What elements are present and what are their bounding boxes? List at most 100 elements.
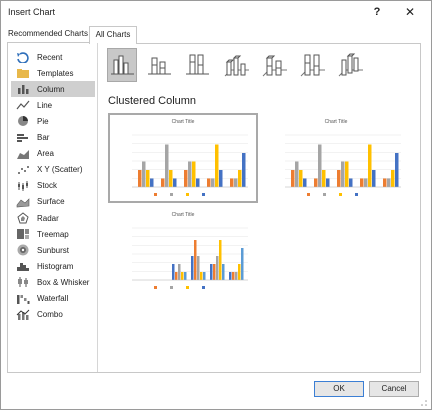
chart-type-list: Recent Templates Column Line Pie Bar Area X Y (… bbox=[8, 43, 98, 372]
preview-bar bbox=[161, 178, 165, 187]
legend-swatch bbox=[170, 193, 173, 196]
ok-button[interactable]: OK bbox=[314, 381, 364, 397]
sidebar-item-treemap[interactable]: Treemap bbox=[11, 226, 95, 242]
preview-bar bbox=[184, 272, 187, 280]
preview-bar bbox=[196, 178, 200, 187]
preview-bar bbox=[203, 272, 206, 280]
preview-bar bbox=[295, 161, 299, 187]
sidebar-item-label: Line bbox=[37, 100, 53, 110]
cancel-button[interactable]: Cancel bbox=[369, 381, 419, 397]
sunburst-chart-icon bbox=[16, 244, 30, 256]
sidebar-item-column[interactable]: Column bbox=[11, 81, 95, 98]
preview-bar bbox=[181, 272, 184, 280]
all-charts-panel: Recent Templates Column Line Pie Bar Area X Y (… bbox=[7, 43, 421, 373]
sidebar-item-x-y-scatter[interactable]: X Y (Scatter) bbox=[11, 162, 95, 178]
sidebar-item-label: Pie bbox=[37, 116, 49, 126]
scatter-chart-icon bbox=[16, 164, 30, 176]
sidebar-item-area[interactable]: Area bbox=[11, 146, 95, 162]
sidebar-item-sunburst[interactable]: Sunburst bbox=[11, 242, 95, 258]
close-button[interactable]: ✕ bbox=[401, 3, 419, 21]
preview-bar bbox=[383, 178, 387, 187]
preview-bar bbox=[345, 161, 349, 187]
preview-bar bbox=[326, 178, 330, 187]
subtype-3d-100-stacked-column-icon[interactable] bbox=[297, 48, 327, 82]
sidebar-item-stock[interactable]: Stock bbox=[11, 178, 95, 194]
preview-bar bbox=[242, 153, 246, 187]
histogram-chart-icon bbox=[16, 260, 30, 272]
chart-preview-3[interactable]: Chart Title bbox=[110, 208, 256, 294]
pie-chart-icon bbox=[16, 115, 30, 127]
preview-bar bbox=[391, 170, 395, 187]
preview-chart-1-graphic bbox=[132, 134, 248, 196]
preview-title: Chart Title bbox=[324, 119, 348, 125]
sidebar-item-label: Bar bbox=[37, 133, 50, 142]
help-button[interactable]: ? bbox=[369, 4, 385, 20]
sidebar-item-label: Templates bbox=[37, 68, 74, 78]
preview-bar bbox=[314, 178, 318, 187]
title-bar: Insert Chart ? ✕ bbox=[1, 1, 431, 23]
preview-chart-2-graphic bbox=[265, 117, 407, 199]
preview-bar bbox=[238, 264, 241, 280]
sidebar-item-box-whisker[interactable]: Box & Whisker bbox=[11, 274, 95, 290]
preview-bar bbox=[349, 178, 353, 187]
preview-bar bbox=[210, 264, 213, 280]
tab-recommended-charts[interactable]: Recommended Charts bbox=[7, 26, 89, 43]
sidebar-item-surface[interactable]: Surface bbox=[11, 194, 95, 210]
preview-bar bbox=[219, 240, 222, 280]
preview-bar bbox=[138, 170, 142, 187]
preview-bar bbox=[322, 170, 326, 187]
tab-all-charts[interactable]: All Charts bbox=[89, 26, 137, 44]
sidebar-item-histogram[interactable]: Histogram bbox=[11, 258, 95, 274]
waterfall-chart-icon bbox=[16, 293, 30, 305]
chart-preview-1[interactable]: Chart Title bbox=[108, 113, 258, 203]
sidebar-item-label: Stock bbox=[37, 181, 58, 191]
preview-bar bbox=[197, 256, 200, 280]
subtype-stacked-column-icon[interactable] bbox=[145, 48, 175, 82]
subtype-clustered-column-icon[interactable] bbox=[107, 48, 137, 82]
sidebar-item-combo[interactable]: Combo bbox=[11, 307, 95, 323]
preview-bar bbox=[303, 178, 307, 187]
sidebar-item-radar[interactable]: Radar bbox=[11, 210, 95, 226]
sidebar-item-line[interactable]: Line bbox=[11, 97, 95, 113]
sidebar-item-pie[interactable]: Pie bbox=[11, 113, 95, 129]
surface-chart-icon bbox=[16, 196, 30, 208]
sidebar-item-label: Combo bbox=[37, 310, 63, 320]
preview-bar bbox=[235, 272, 238, 280]
preview-bar bbox=[337, 170, 341, 187]
sidebar-item-bar[interactable]: Bar bbox=[11, 130, 95, 146]
subtype-100-stacked-column-icon[interactable] bbox=[183, 48, 213, 82]
dialog-title: Insert Chart bbox=[8, 7, 56, 17]
resize-grip-icon[interactable] bbox=[420, 399, 428, 407]
preview-bar bbox=[142, 161, 146, 187]
preview-bar bbox=[232, 272, 235, 280]
sidebar-item-label: Radar bbox=[37, 213, 59, 223]
recent-icon bbox=[16, 51, 30, 63]
legend-swatch bbox=[154, 286, 157, 289]
preview-bar bbox=[230, 178, 234, 187]
preview-bar bbox=[318, 144, 322, 187]
preview-bar bbox=[192, 161, 196, 187]
preview-bar bbox=[238, 170, 242, 187]
insert-chart-dialog: Insert Chart ? ✕ Recommended Charts All … bbox=[0, 0, 432, 410]
legend-swatch bbox=[154, 193, 157, 196]
preview-bar bbox=[360, 178, 364, 187]
preview-bar bbox=[387, 178, 391, 187]
sidebar-item-waterfall[interactable]: Waterfall bbox=[11, 291, 95, 307]
preview-bar bbox=[169, 170, 173, 187]
preview-bar bbox=[372, 170, 376, 187]
preview-bar bbox=[173, 178, 177, 187]
preview-bar bbox=[216, 256, 219, 280]
radar-chart-icon bbox=[16, 212, 30, 224]
subtype-3d-column-icon[interactable] bbox=[335, 48, 365, 82]
sidebar-item-recent[interactable]: Recent bbox=[11, 49, 95, 65]
sidebar-item-templates[interactable]: Templates bbox=[11, 65, 95, 81]
preview-bar bbox=[219, 170, 223, 187]
preview-bar bbox=[395, 153, 399, 187]
subtype-3d-stacked-column-icon[interactable] bbox=[259, 48, 289, 82]
subtype-3d-clustered-column-icon[interactable] bbox=[221, 48, 251, 82]
preview-bar bbox=[241, 248, 244, 280]
preview-bar bbox=[215, 144, 219, 187]
legend-swatch bbox=[307, 193, 310, 196]
sidebar-item-label: Sunburst bbox=[37, 245, 70, 255]
chart-preview-2[interactable]: Chart Title bbox=[263, 115, 409, 201]
